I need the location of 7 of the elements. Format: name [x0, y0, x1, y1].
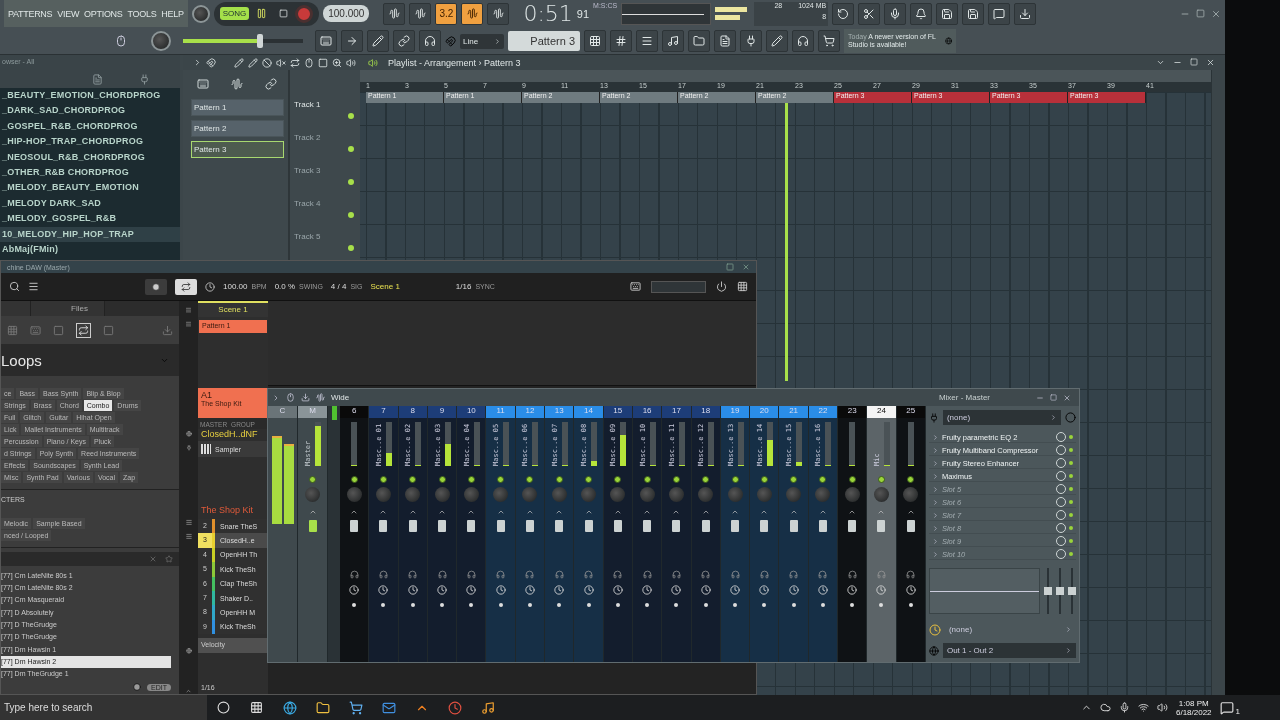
kit-title: The Shop Kit — [200, 504, 255, 517]
playlist-title: Playlist - Arrangement › Pattern 3 — [388, 57, 521, 68]
time-centiseconds: 91 — [576, 7, 590, 20]
sound-title: ClosedH..dNF — [200, 429, 259, 439]
mixer-title: Mixer - Master — [938, 393, 990, 402]
time-display: 0:51 — [523, 1, 573, 26]
notification-count: 1 — [1235, 707, 1240, 716]
